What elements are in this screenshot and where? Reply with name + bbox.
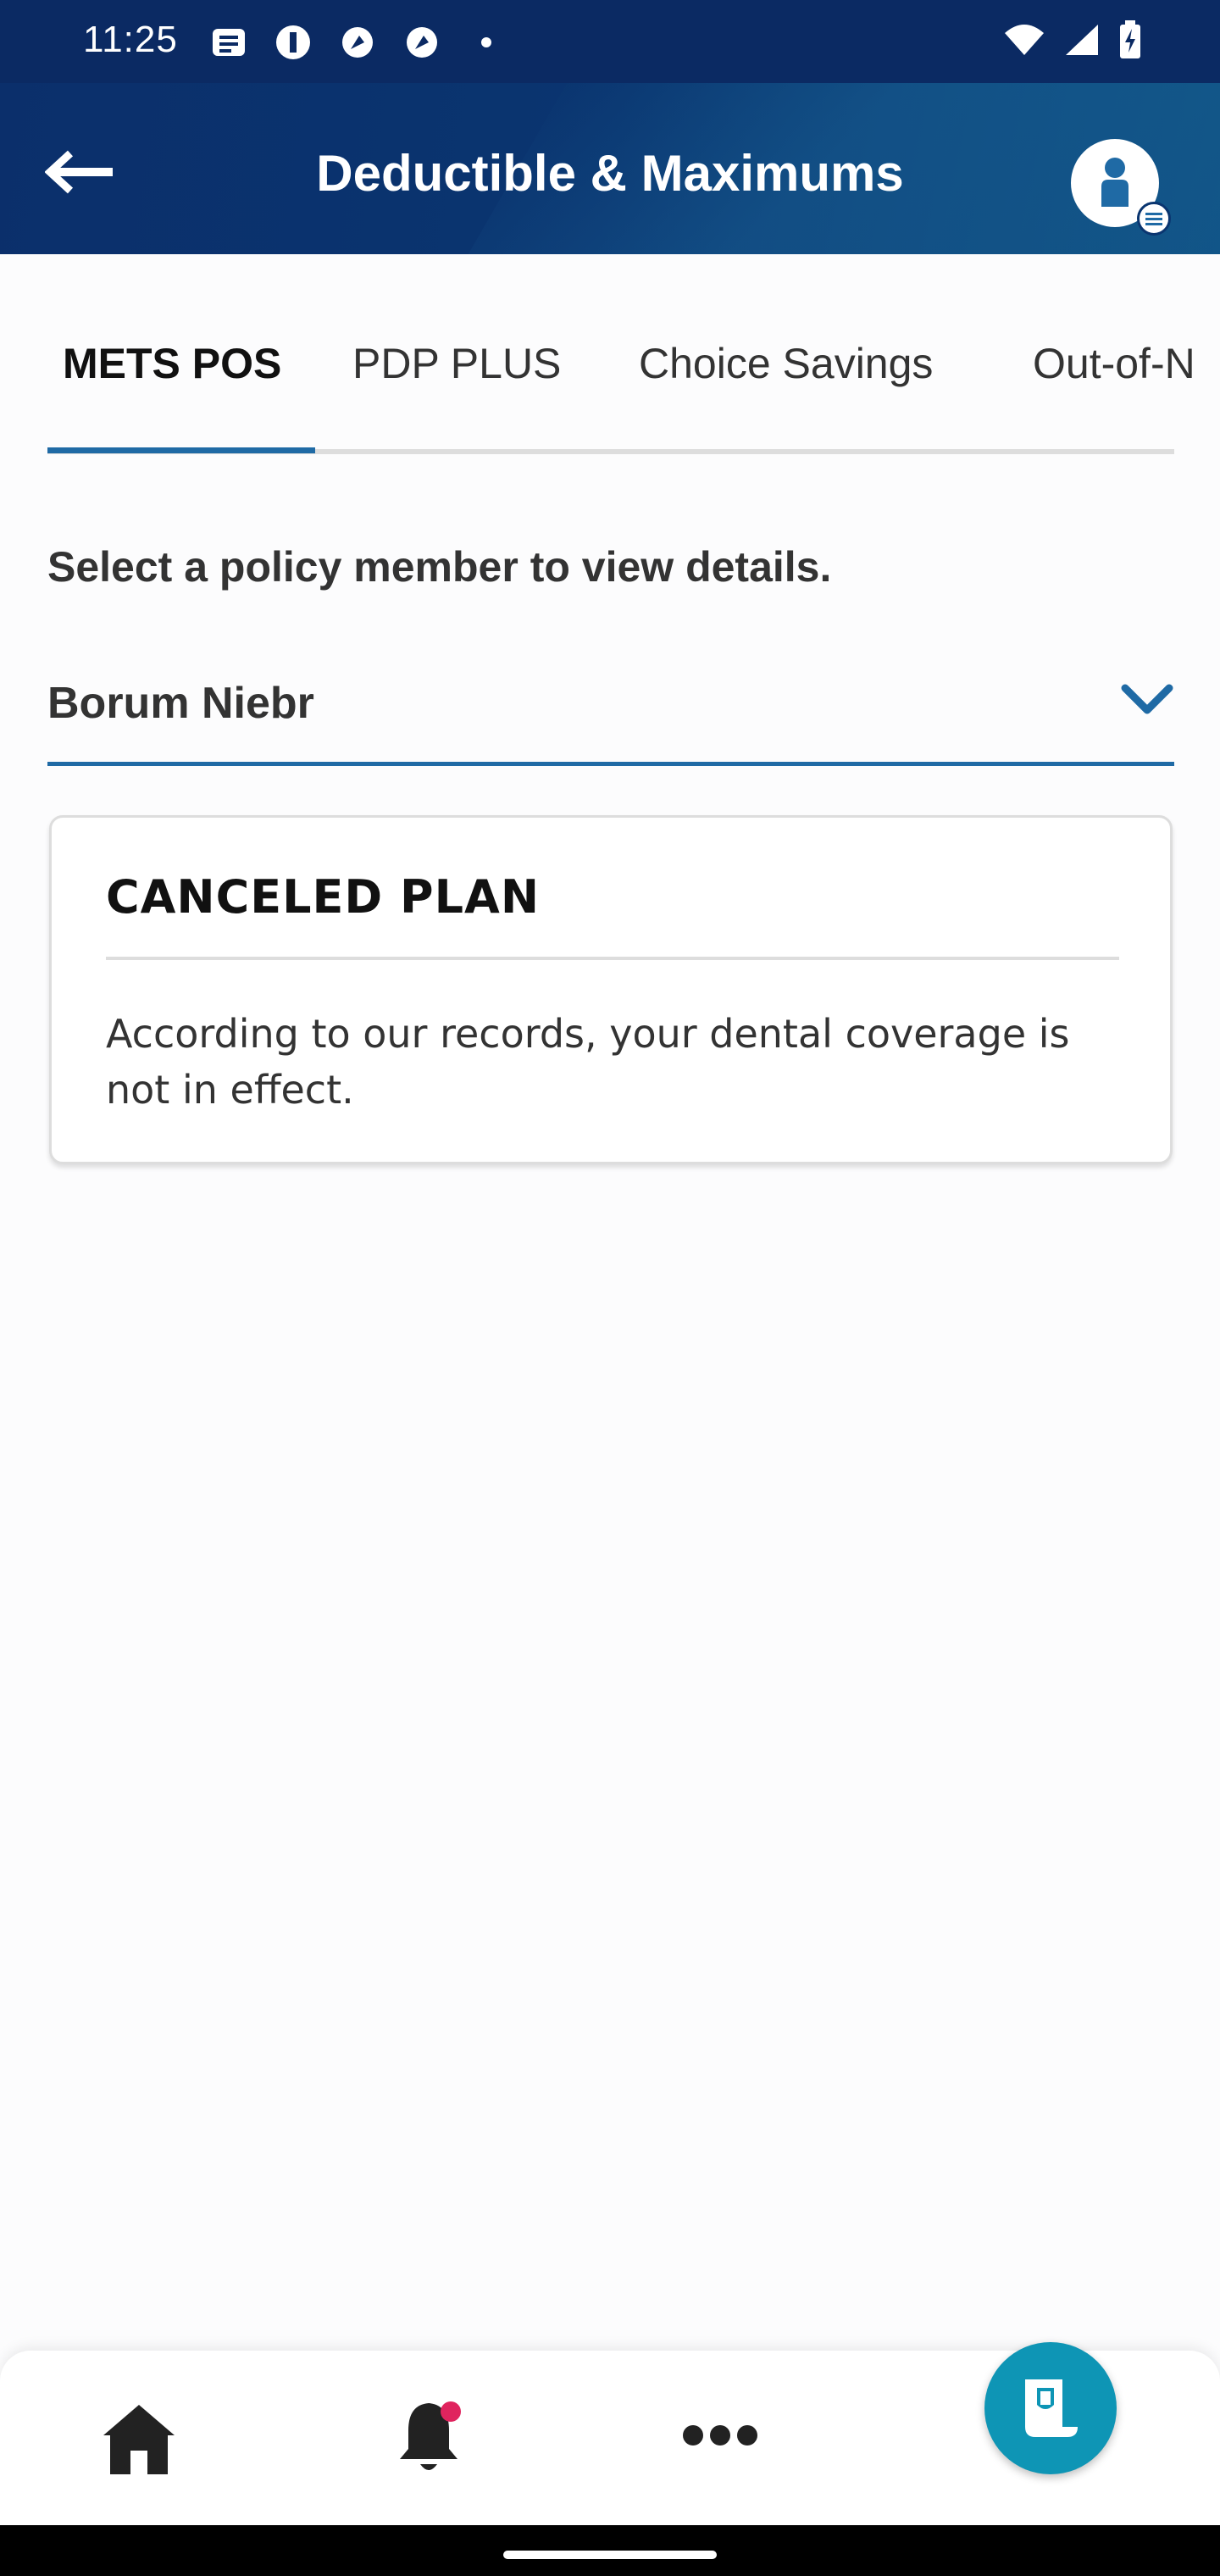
nav-notifications[interactable] xyxy=(395,2398,463,2476)
member-select-prompt: Select a policy member to view details. xyxy=(47,543,832,591)
more-icon xyxy=(683,2425,757,2446)
tab-active-indicator xyxy=(47,447,315,453)
app-header: Deductible & Maximums xyxy=(0,83,1220,254)
id-card-icon xyxy=(1025,2379,1078,2437)
notification-badge xyxy=(441,2401,461,2422)
card-divider xyxy=(106,957,1119,960)
home-icon xyxy=(103,2405,175,2474)
tab-out-of-network[interactable]: Out-of-N xyxy=(1033,339,1195,388)
home-indicator[interactable] xyxy=(503,2551,717,2559)
battery-icon xyxy=(1118,20,1142,63)
plan-tabs: METS POS PDP PLUS Choice Savings Out-of-… xyxy=(47,305,1195,458)
tab-pdp-plus[interactable]: PDP PLUS xyxy=(352,339,561,388)
status-time: 11:25 xyxy=(83,19,178,60)
app-icon xyxy=(339,24,376,61)
bell-icon xyxy=(400,2401,461,2470)
chevron-down-icon xyxy=(1121,684,1173,714)
id-card-button[interactable] xyxy=(984,2342,1117,2474)
member-dropdown-value: Borum Niebr xyxy=(47,679,314,728)
status-bar: 11:25 xyxy=(0,0,1220,83)
nav-home[interactable] xyxy=(100,2401,178,2478)
signal-icon xyxy=(1064,23,1100,60)
plan-status-card: CANCELED PLAN According to our records, … xyxy=(49,815,1173,1164)
card-body: According to our records, your dental co… xyxy=(106,1011,1070,1113)
nav-more[interactable] xyxy=(681,2423,759,2447)
bottom-nav xyxy=(0,2342,1220,2525)
notification-icons xyxy=(210,24,505,61)
app-icon xyxy=(274,24,312,61)
card-title: CANCELED PLAN xyxy=(106,870,541,924)
system-icons xyxy=(1003,20,1142,63)
menu-icon xyxy=(1145,213,1162,225)
page-title: Deductible & Maximums xyxy=(316,145,904,202)
member-dropdown[interactable]: Borum Niebr xyxy=(47,669,1174,766)
dot-icon xyxy=(468,24,505,61)
app-icon xyxy=(403,24,441,61)
message-icon xyxy=(210,24,247,61)
tab-mets-pos[interactable]: METS POS xyxy=(63,339,281,388)
wifi-icon xyxy=(1003,23,1045,60)
profile-menu-badge xyxy=(1137,202,1171,236)
tab-choice-savings[interactable]: Choice Savings xyxy=(639,339,933,388)
